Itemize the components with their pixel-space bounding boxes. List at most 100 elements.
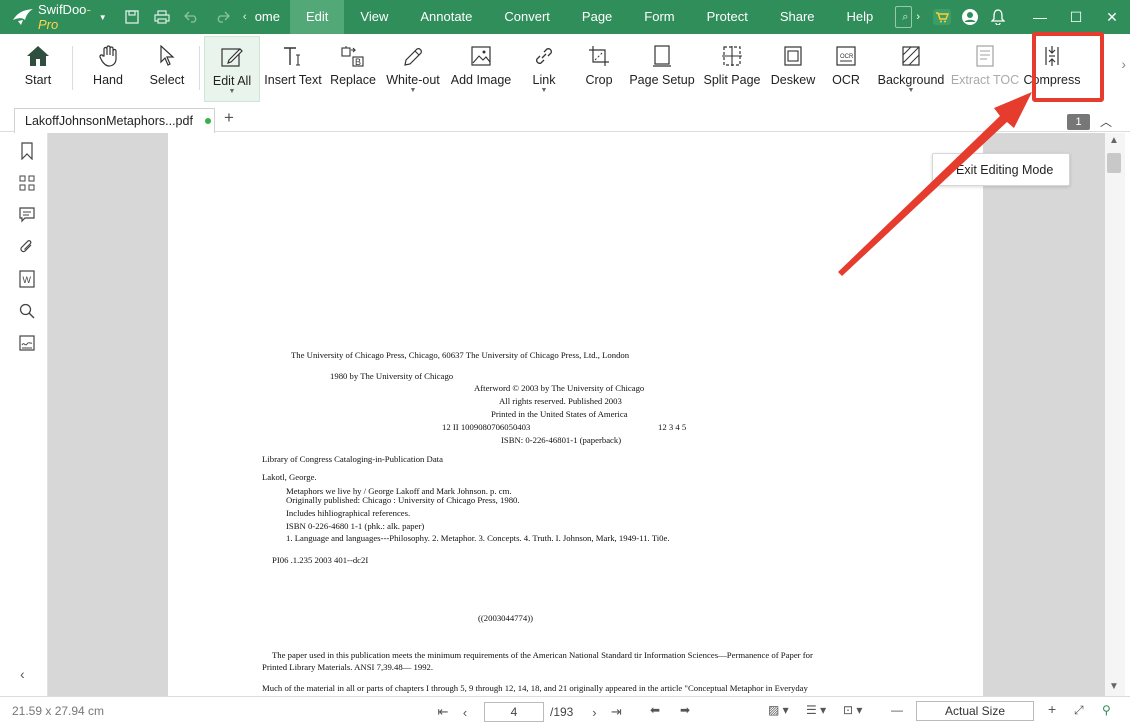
white-out-button[interactable]: White-out ▼ <box>380 36 446 102</box>
add-tab-icon[interactable]: + <box>224 108 234 128</box>
word-export-icon[interactable]: W <box>17 269 37 289</box>
hand-tool-button[interactable]: Hand <box>77 36 139 102</box>
close-window-icon[interactable]: ✕ <box>1094 0 1130 34</box>
signature-icon[interactable] <box>17 333 37 353</box>
actual-size-icon[interactable]: ⊡ ▾ <box>843 703 862 717</box>
page-text-line: Printed in the United States of America <box>491 409 628 419</box>
maximize-window-icon[interactable]: ☐ <box>1058 0 1094 34</box>
zoom-out-icon[interactable]: — <box>891 703 903 717</box>
page-text-line: 12 II 1009080706050403 <box>442 422 531 432</box>
collapse-ribbon-icon[interactable]: ︿ <box>1100 113 1112 130</box>
replace-button[interactable]: B Replace <box>326 36 380 102</box>
thumbnails-icon[interactable] <box>17 173 37 193</box>
view-mode-icon[interactable]: ▨ ▾ <box>768 703 789 717</box>
page-number-input[interactable]: 4 <box>484 702 544 722</box>
undo-icon[interactable] <box>180 5 204 29</box>
document-tab[interactable]: LakoffJohnsonMetaphors...pdf <box>14 108 215 133</box>
menu-scroll-left-icon[interactable]: ‹ <box>239 11 251 23</box>
menu-protect[interactable]: Protect <box>691 0 764 34</box>
next-view-icon[interactable]: ➡ <box>680 703 690 717</box>
last-page-icon[interactable]: ⇥ <box>605 701 627 723</box>
print-icon[interactable] <box>150 5 174 29</box>
background-button[interactable]: Background ▼ <box>872 36 950 102</box>
zoom-level-select[interactable]: Actual Size <box>916 701 1034 721</box>
previous-view-icon[interactable]: ⬅ <box>650 703 660 717</box>
save-icon[interactable] <box>120 5 144 29</box>
menu-annotate[interactable]: Annotate <box>404 0 488 34</box>
crop-button[interactable]: Crop <box>572 36 626 102</box>
dropdown-arrow-icon[interactable]: ▼ <box>229 88 236 96</box>
dropdown-arrow-icon[interactable]: ▼ <box>541 87 548 95</box>
app-menu-dropdown-icon[interactable]: ▼ <box>99 13 107 22</box>
menu-help[interactable]: Help <box>831 0 890 34</box>
replace-icon: B <box>341 44 365 68</box>
deskew-button[interactable]: Deskew <box>766 36 820 102</box>
page-text-line: 1. Language and languages---Philosophy. … <box>286 533 670 543</box>
split-page-icon <box>720 44 744 68</box>
page-text-line: The paper used in this publication meets… <box>272 650 813 660</box>
scroll-thumb[interactable] <box>1107 153 1121 173</box>
crop-icon <box>587 44 611 68</box>
split-page-button[interactable]: Split Page <box>698 36 766 102</box>
document-viewer[interactable]: The University of Chicago Press, Chicago… <box>48 133 1105 696</box>
link-button[interactable]: Link ▼ <box>516 36 572 102</box>
ocr-button[interactable]: OCR OCR <box>820 36 872 102</box>
page-count-badge: 1 <box>1067 114 1090 130</box>
menu-view[interactable]: View <box>344 0 404 34</box>
account-icon[interactable] <box>956 3 984 31</box>
attachment-icon[interactable] <box>17 237 37 257</box>
collapse-sidebar-icon[interactable]: ‹ <box>20 666 25 682</box>
ribbon-scroll-right-icon[interactable]: › <box>1121 56 1126 72</box>
dropdown-arrow-icon[interactable]: ▼ <box>410 87 417 95</box>
background-icon <box>899 44 923 68</box>
redo-icon[interactable] <box>210 5 234 29</box>
svg-text:W: W <box>23 275 32 285</box>
add-image-button[interactable]: Add Image <box>446 36 516 102</box>
page-text-line: Originally published: Chicago : Universi… <box>286 495 520 505</box>
zoom-in-icon[interactable]: + <box>1048 701 1056 717</box>
insert-text-button[interactable]: Insert Text <box>260 36 326 102</box>
minimize-window-icon[interactable]: — <box>1022 0 1058 34</box>
cart-icon[interactable] <box>928 3 956 31</box>
white-out-icon <box>401 44 425 68</box>
page-text-line: ISBN: 0-226-46801-1 (paperback) <box>501 435 622 445</box>
page-text-line: PI06 .1.235 2003 401--dc2I <box>272 555 369 565</box>
home-icon <box>26 44 50 68</box>
next-page-icon[interactable]: › <box>583 701 605 723</box>
scroll-down-icon[interactable]: ▼ <box>1109 681 1119 692</box>
comments-icon[interactable] <box>17 205 37 225</box>
menu-page[interactable]: Page <box>566 0 628 34</box>
notification-bell-icon[interactable] <box>984 3 1012 31</box>
search-icon[interactable] <box>17 301 37 321</box>
fullscreen-icon[interactable]: ⤢ <box>1074 703 1084 718</box>
pin-icon[interactable]: ⚲ <box>1102 703 1111 717</box>
extract-toc-button[interactable]: Extract TOC <box>950 36 1020 102</box>
page-setup-button[interactable]: Page Setup <box>626 36 698 102</box>
previous-page-icon[interactable]: ‹ <box>454 701 476 723</box>
page-text-line: 1980 by The University of Chicago <box>330 371 454 381</box>
menu-share[interactable]: Share <box>764 0 831 34</box>
exit-editing-mode-button[interactable]: Exit Editing Mode <box>932 153 1070 186</box>
vertical-scrollbar[interactable]: ▲ ▼ <box>1105 133 1125 696</box>
deskew-icon <box>781 44 805 68</box>
page-text-line: Includes hihliographical references. <box>286 508 411 518</box>
select-tool-button[interactable]: Select <box>139 36 195 102</box>
menu-scroll-right-icon[interactable]: › <box>916 11 920 23</box>
hand-icon <box>96 44 120 68</box>
dropdown-arrow-icon[interactable]: ▼ <box>908 87 915 95</box>
page-layout-icon[interactable]: ☰ ▾ <box>806 703 826 717</box>
pdf-page: The University of Chicago Press, Chicago… <box>168 133 983 696</box>
edit-all-button[interactable]: Edit All ▼ <box>204 36 260 102</box>
menu-convert[interactable]: Convert <box>488 0 566 34</box>
menu-edit[interactable]: Edit <box>289 0 345 34</box>
page-setup-icon <box>650 44 674 68</box>
menu-form[interactable]: Form <box>628 0 690 34</box>
menu-home[interactable]: ome <box>251 0 290 34</box>
ribbon-divider <box>199 46 200 90</box>
first-page-icon[interactable]: ⇤ <box>432 701 454 723</box>
insert-text-icon <box>281 44 305 68</box>
start-button[interactable]: Start <box>8 36 68 102</box>
bookmark-icon[interactable] <box>17 141 37 161</box>
scroll-up-icon[interactable]: ▲ <box>1109 135 1119 146</box>
search-input[interactable]: ⌕Se <box>895 6 913 28</box>
